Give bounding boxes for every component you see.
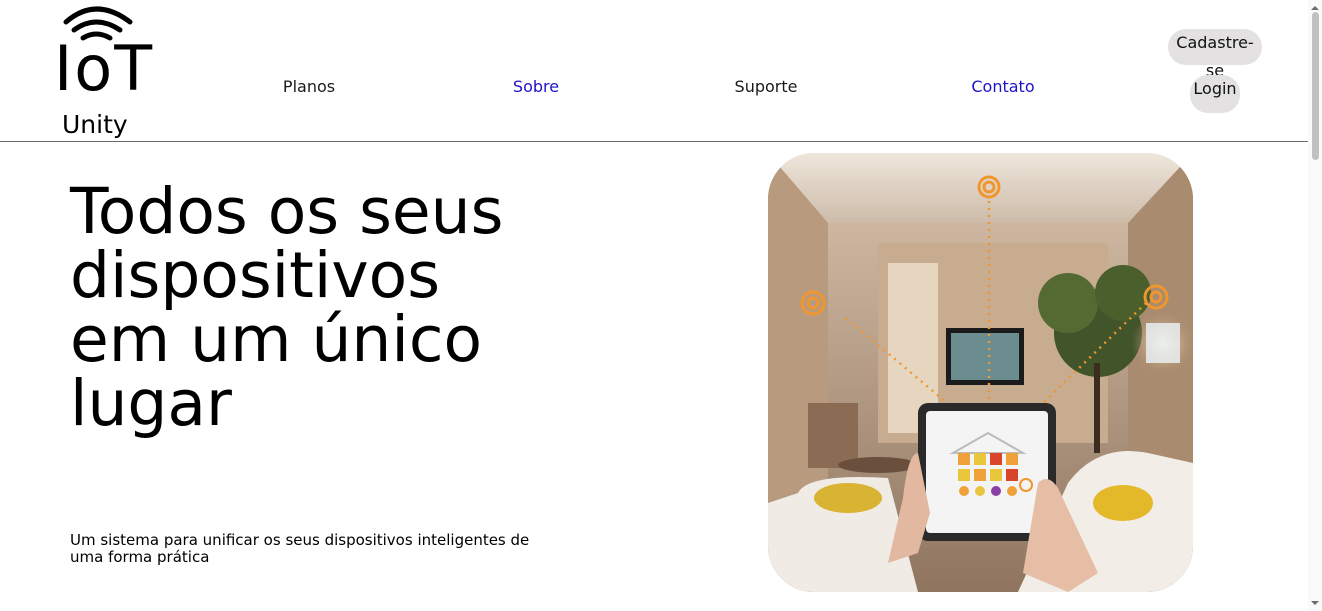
logo-wordmark: IoT xyxy=(54,32,155,105)
scrollbar-thumb[interactable] xyxy=(1312,12,1319,160)
hero-title: Todos os seus dispositivos em um único l… xyxy=(70,175,504,440)
page-scrollbar[interactable] xyxy=(1308,0,1322,611)
logo-subtitle: Unity xyxy=(62,110,128,139)
scroll-down-icon[interactable] xyxy=(1308,597,1322,609)
hero-image xyxy=(768,153,1193,592)
hero-subtitle: Um sistema para unificar os seus disposi… xyxy=(70,531,530,566)
login-button[interactable]: Login xyxy=(1190,75,1240,113)
nav-link-contato[interactable]: Contato xyxy=(971,77,1034,97)
nav-link-planos[interactable]: Planos xyxy=(283,77,335,97)
iot-unity-logo[interactable]: IoT Unity xyxy=(48,2,168,140)
nav-link-sobre[interactable]: Sobre xyxy=(513,77,559,97)
nav-link-suporte[interactable]: Suporte xyxy=(735,77,798,97)
site-header: IoT Unity Planos Sobre Suporte Contato C… xyxy=(0,0,1308,142)
signup-button[interactable]: Cadastre-se xyxy=(1168,29,1262,80)
